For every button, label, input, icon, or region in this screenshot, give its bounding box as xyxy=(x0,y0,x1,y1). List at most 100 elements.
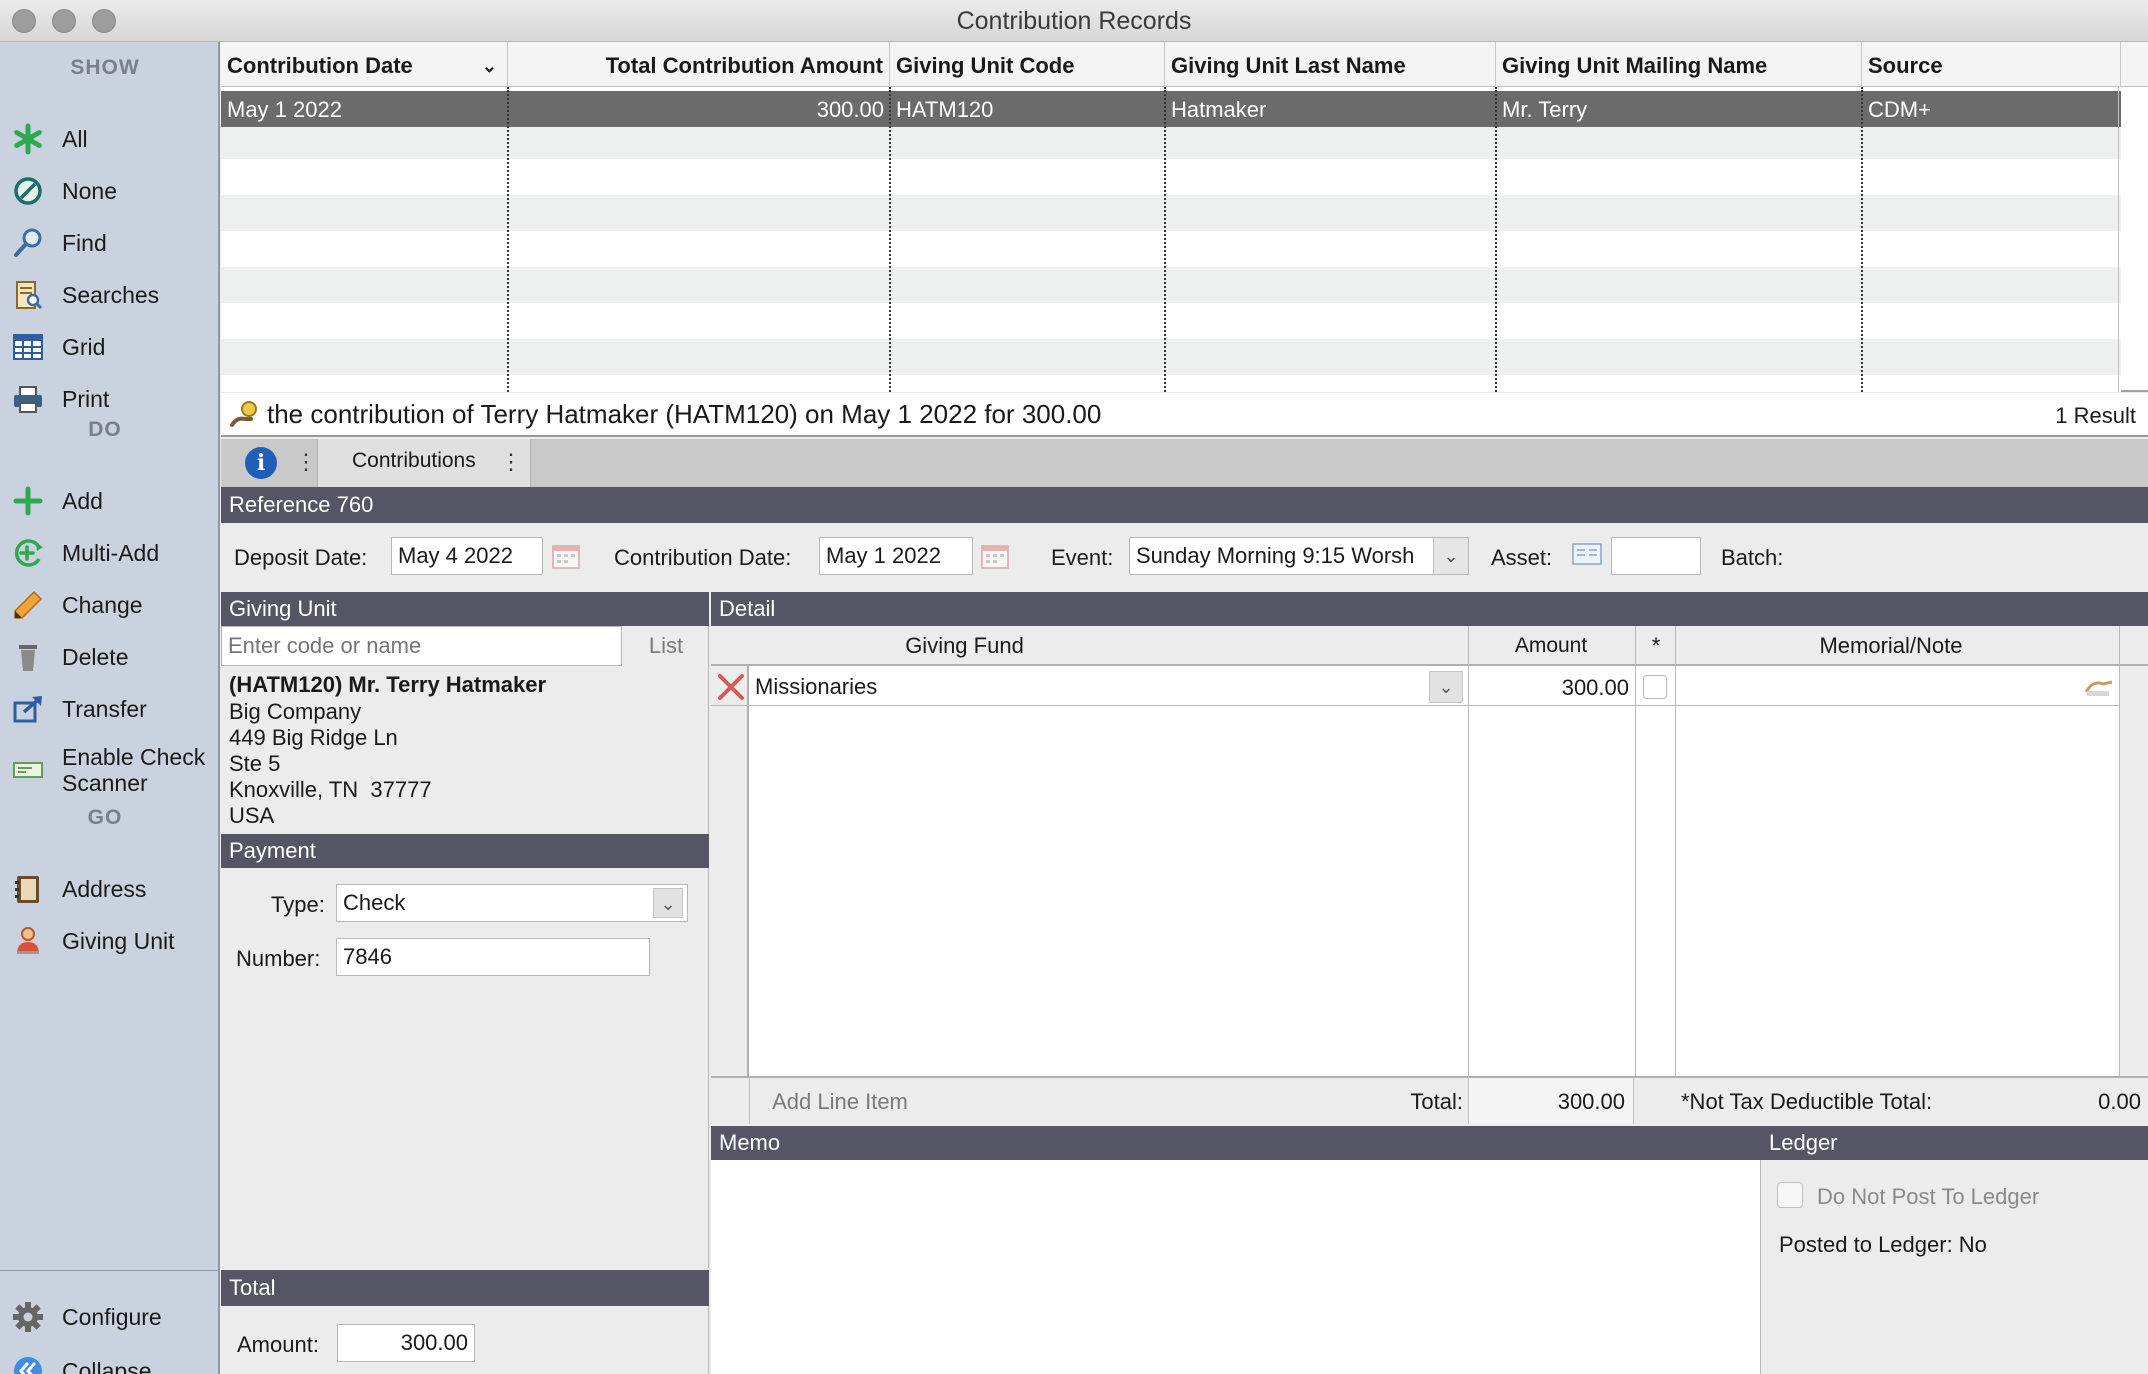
sidebar-item-enable-check-scanner[interactable]: Enable Check Scanner xyxy=(10,738,215,802)
asset-field[interactable] xyxy=(1611,537,1701,575)
fund-chevron-down-icon[interactable]: ⌄ xyxy=(1429,671,1463,703)
detail-line-row[interactable]: Missionaries ⌄ 300.00 xyxy=(711,668,2120,706)
column-divider xyxy=(749,1078,750,1124)
minimize-window-button[interactable] xyxy=(52,9,76,33)
col-source[interactable]: Source xyxy=(1862,42,2121,87)
sidebar-item-address[interactable]: Address xyxy=(10,866,215,912)
ledger-bar: Ledger xyxy=(1761,1126,2148,1160)
event-select[interactable]: Sunday Morning 9:15 Worsh xyxy=(1129,537,1469,575)
sidebar-item-label: Grid xyxy=(62,334,106,360)
sidebar-item-none[interactable]: None xyxy=(10,168,215,214)
payment-pane: Type: Check ⌄ Number: 7846 xyxy=(221,868,709,1268)
check-number-field[interactable]: 7846 xyxy=(336,938,650,976)
collapse-icon xyxy=(10,1353,46,1374)
show-section-title: SHOW xyxy=(70,56,140,79)
col-giving-unit-code[interactable]: Giving Unit Code xyxy=(890,42,1165,87)
sidebar-item-label: Print xyxy=(62,386,110,412)
add-line-item-button[interactable]: Add Line Item xyxy=(751,1078,929,1124)
address-line: USA xyxy=(229,803,275,828)
col-not-deductible: * xyxy=(1651,633,1661,658)
sidebar-item-label: Configure xyxy=(62,1304,162,1330)
info-menu-dots-icon[interactable]: ⋮ xyxy=(295,449,317,475)
line-note-field[interactable] xyxy=(1681,668,2081,705)
sidebar-item-change[interactable]: Change xyxy=(10,582,215,628)
sidebar-item-label: Find xyxy=(62,230,107,256)
sidebar-item-grid[interactable]: Grid xyxy=(10,324,215,370)
total-amount-label: Amount: xyxy=(237,1332,319,1357)
sort-chevron-icon: ⌄ xyxy=(481,56,497,76)
giving-unit-search-input[interactable] xyxy=(221,626,622,666)
detail-scroll-gutter xyxy=(2120,666,2148,1076)
tab-contributions[interactable]: Contributions ⋮ xyxy=(317,439,531,487)
grid-right-edge xyxy=(2118,87,2119,392)
memo-textarea[interactable] xyxy=(711,1160,1761,1374)
cell-source: CDM+ xyxy=(1868,97,1931,122)
zoom-window-button[interactable] xyxy=(92,9,116,33)
tab-menu-dots-icon[interactable]: ⋮ xyxy=(500,449,522,475)
cell-amount: 300.00 xyxy=(816,97,884,122)
do-section-title: DO xyxy=(88,418,122,441)
grid-stripes xyxy=(221,87,2121,392)
line-fund-select[interactable]: Missionaries xyxy=(755,668,1425,705)
column-divider xyxy=(507,87,509,392)
sidebar-item-find[interactable]: Find xyxy=(10,220,215,266)
asset-picker-icon[interactable] xyxy=(1571,541,1603,575)
sidebar-item-multi-add[interactable]: Multi-Add xyxy=(10,530,215,576)
close-window-button[interactable] xyxy=(12,9,36,33)
sidebar-item-print[interactable]: Print xyxy=(10,376,215,422)
event-chevron-down-icon[interactable]: ⌄ xyxy=(1433,538,1468,574)
deposit-date-field[interactable]: May 4 2022 xyxy=(391,537,543,575)
sidebar-item-add[interactable]: Add xyxy=(10,478,215,524)
payment-type-label: Type: xyxy=(271,892,325,917)
sidebar-item-configure[interactable]: Configure xyxy=(10,1294,215,1340)
sidebar-item-label: Giving Unit xyxy=(62,928,175,954)
deposit-calendar-icon[interactable] xyxy=(551,541,581,577)
table-row[interactable]: May 1 2022 300.00 HATM120 Hatmaker Mr. T… xyxy=(221,91,2121,127)
payment-type-chevron-down-icon[interactable]: ⌄ xyxy=(653,888,683,918)
do-not-post-checkbox[interactable] xyxy=(1777,1182,1803,1208)
col-amount: Amount xyxy=(1514,634,1588,657)
memo-bar: Memo xyxy=(711,1126,1761,1160)
info-icon[interactable]: i xyxy=(245,447,277,479)
posted-status: Posted to Ledger: No xyxy=(1779,1232,1987,1257)
not-deductible-checkbox[interactable] xyxy=(1643,675,1667,699)
list-button[interactable]: List xyxy=(623,626,709,666)
sidebar-item-label: None xyxy=(62,178,117,204)
sidebar-item-transfer[interactable]: Transfer xyxy=(10,686,215,732)
total-bar: Total xyxy=(221,1270,709,1306)
contribution-date-field[interactable]: May 1 2022 xyxy=(819,537,973,575)
detail-footer: Add Line Item Total: 300.00 *Not Tax Ded… xyxy=(711,1076,2148,1124)
grid-header: Contribution Date ⌄ Total Contribution Am… xyxy=(221,42,2148,87)
searches-icon xyxy=(10,277,46,313)
line-amount-field[interactable]: 300.00 xyxy=(1471,668,1629,705)
sidebar-item-collapse[interactable]: Collapse xyxy=(10,1348,215,1374)
ledger-pane: Do Not Post To Ledger Posted to Ledger: … xyxy=(1761,1160,2148,1374)
total-amount-field[interactable]: 300.00 xyxy=(337,1324,475,1362)
tab-bar: i ⋮ Contributions ⋮ xyxy=(221,439,2148,487)
person-icon xyxy=(10,923,46,959)
event-label: Event: xyxy=(1051,545,1114,570)
sidebar-item-all[interactable]: All xyxy=(10,116,215,162)
result-count: 1 Result xyxy=(2055,403,2136,428)
memorial-picker-icon[interactable] xyxy=(2083,674,2115,706)
sidebar-item-delete[interactable]: Delete xyxy=(10,634,215,680)
payment-type-select[interactable]: Check xyxy=(336,884,688,922)
col-contribution-date[interactable]: Contribution Date ⌄ xyxy=(221,42,508,87)
sidebar-item-label: Transfer xyxy=(62,696,147,722)
col-mailing-name[interactable]: Giving Unit Mailing Name xyxy=(1496,42,1862,87)
deposit-date-label: Deposit Date: xyxy=(234,545,368,570)
sidebar-item-label: Address xyxy=(62,876,147,902)
contribution-calendar-icon[interactable] xyxy=(980,541,1010,577)
do-not-post-label: Do Not Post To Ledger xyxy=(1817,1184,2040,1209)
detail-total-label: Total: xyxy=(1410,1089,1463,1114)
sidebar-item-giving-unit[interactable]: Giving Unit xyxy=(10,918,215,964)
col-last-name[interactable]: Giving Unit Last Name xyxy=(1165,42,1496,87)
window-title: Contribution Records xyxy=(956,7,1192,35)
reference-bar: Reference 760 xyxy=(221,487,2148,523)
col-total-amount[interactable]: Total Contribution Amount xyxy=(508,42,890,87)
tab-label: Contributions xyxy=(352,449,476,472)
not-tax-deductible-label: *Not Tax Deductible Total: xyxy=(1681,1089,1933,1114)
address-book-icon xyxy=(10,871,46,907)
delete-line-x-icon[interactable] xyxy=(714,670,748,710)
sidebar-item-searches[interactable]: Searches xyxy=(10,272,215,318)
